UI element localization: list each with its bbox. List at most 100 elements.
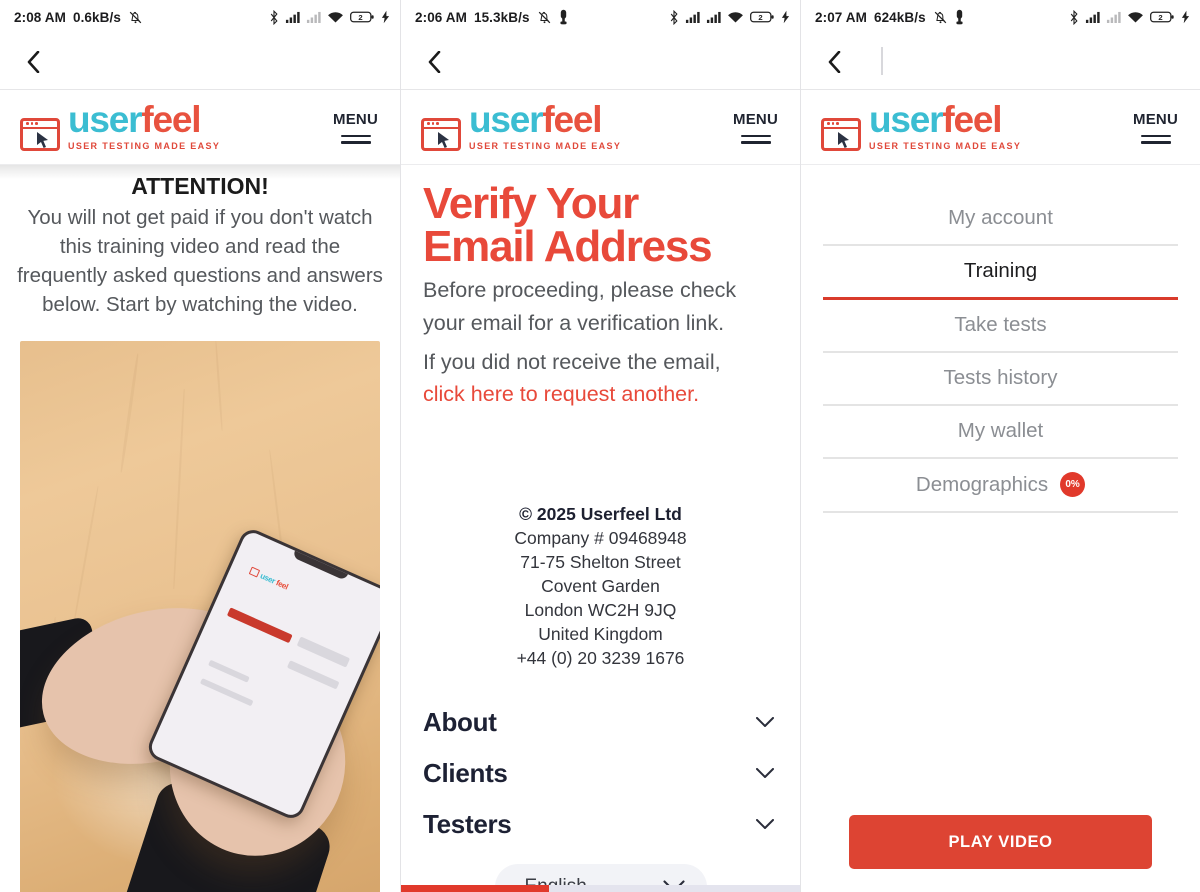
browser-window-cursor-icon bbox=[421, 117, 461, 151]
charging-bolt-icon bbox=[1181, 10, 1190, 24]
attention-title: ATTENTION! bbox=[131, 173, 269, 199]
nav-item-take-tests[interactable]: Take tests bbox=[823, 300, 1178, 353]
logo-tagline: USER TESTING MADE EASY bbox=[68, 140, 221, 151]
play-video-button[interactable]: PLAY VIDEO bbox=[849, 815, 1152, 869]
status-time: 2:06 AM bbox=[415, 9, 467, 25]
userfeel-logo[interactable]: userfeel USER TESTING MADE EASY bbox=[20, 101, 221, 151]
nav-item-label: My wallet bbox=[957, 419, 1044, 442]
accordion-item-clients[interactable]: Clients bbox=[423, 748, 778, 799]
nav-item-tests-history[interactable]: Tests history bbox=[823, 353, 1178, 406]
footer-country: United Kingdom bbox=[538, 623, 663, 644]
logo-word-user: user bbox=[469, 99, 544, 141]
panel-verify-email: 2:06 AM 15.3kB/s 2 userfeel USER TESTING… bbox=[400, 0, 800, 892]
verify-paragraph: Before proceeding, please check your ema… bbox=[423, 278, 737, 336]
phone-screen-button bbox=[226, 607, 293, 644]
footer-district: Covent Garden bbox=[541, 575, 660, 596]
signal-bars-icon-2 bbox=[706, 10, 721, 24]
hamburger-icon bbox=[340, 131, 371, 144]
menu-button-label: MENU bbox=[733, 110, 778, 128]
nav-item-label: Tests history bbox=[943, 366, 1058, 389]
nav-item-my-wallet[interactable]: My wallet bbox=[823, 406, 1178, 459]
back-button[interactable] bbox=[20, 49, 46, 75]
status-bar-left: 2:06 AM 15.3kB/s bbox=[415, 9, 568, 25]
accordion-item-about[interactable]: About bbox=[423, 697, 778, 748]
phone-logo-feel: feel bbox=[274, 578, 290, 592]
site-header: userfeel USER TESTING MADE EASY MENU bbox=[0, 90, 400, 165]
logo-word-feel: feel bbox=[542, 99, 602, 141]
bluetooth-icon bbox=[669, 9, 679, 25]
status-network-speed: 624kB/s bbox=[873, 9, 926, 25]
signal-bars-icon-1 bbox=[685, 10, 700, 24]
chevron-down-icon bbox=[756, 767, 774, 779]
footer-street: 71-75 Shelton Street bbox=[520, 551, 681, 572]
wifi-icon bbox=[1127, 11, 1144, 24]
hamburger-icon bbox=[1140, 131, 1171, 144]
verify-email-content: Verify Your Email Address Before proceed… bbox=[401, 165, 800, 892]
browser-nav-bar bbox=[801, 34, 1200, 90]
nav-item-my-account[interactable]: My account bbox=[823, 193, 1178, 246]
status-bar-right: 2 bbox=[669, 9, 790, 25]
logo-wordmark: userfeel USER TESTING MADE EASY bbox=[869, 101, 1021, 150]
text-caret bbox=[881, 47, 883, 75]
status-bar-left: 2:07 AM 624kB/s bbox=[815, 9, 964, 25]
page-progress-fill bbox=[401, 885, 549, 892]
nav-item-label: My account bbox=[948, 206, 1053, 229]
accordion-label: Clients bbox=[423, 757, 508, 788]
battery-icon: 2 bbox=[350, 10, 375, 24]
logo-tagline: USER TESTING MADE EASY bbox=[469, 140, 622, 151]
phone-screen-field-3 bbox=[208, 660, 250, 684]
status-bar: 2:08 AM 0.6kB/s 2 bbox=[0, 0, 400, 34]
bluetooth-icon bbox=[1069, 9, 1079, 25]
logo-wordmark: userfeel USER TESTING MADE EASY bbox=[68, 101, 221, 151]
signal-bars-icon-2 bbox=[1106, 10, 1121, 24]
battery-level-text: 2 bbox=[358, 13, 362, 22]
page-progress-bar bbox=[401, 885, 800, 892]
battery-level-text: 2 bbox=[1158, 13, 1162, 22]
menu-button[interactable]: MENU bbox=[733, 111, 778, 144]
demographics-completion-badge: 0% bbox=[1060, 472, 1086, 497]
menu-button[interactable]: MENU bbox=[333, 111, 378, 144]
userfeel-logo[interactable]: userfeel USER TESTING MADE EASY bbox=[421, 101, 622, 151]
verify-paragraph-2: If you did not receive the email, bbox=[423, 349, 721, 374]
status-time: 2:07 AM bbox=[815, 9, 867, 25]
nav-item-demographics[interactable]: Demographics 0% bbox=[823, 459, 1178, 513]
logo-word-user: user bbox=[869, 99, 944, 141]
panel-training-attention: 2:08 AM 0.6kB/s 2 userfeel USER TESTING … bbox=[0, 0, 400, 892]
accordion-item-testers[interactable]: Testers bbox=[423, 799, 778, 850]
phone-screen-field-1 bbox=[297, 636, 351, 668]
signal-bars-icon-1 bbox=[285, 10, 300, 24]
nav-item-label: Demographics bbox=[915, 472, 1049, 496]
signal-bars-icon-1 bbox=[1085, 10, 1100, 24]
back-button[interactable] bbox=[421, 49, 447, 75]
play-video-button-label: PLAY VIDEO bbox=[948, 832, 1053, 851]
wifi-icon bbox=[727, 11, 744, 24]
signal-bars-icon-2 bbox=[306, 10, 321, 24]
status-bar: 2:06 AM 15.3kB/s 2 bbox=[401, 0, 800, 34]
wifi-icon bbox=[327, 11, 344, 24]
status-time: 2:08 AM bbox=[14, 9, 66, 25]
back-button[interactable] bbox=[821, 49, 847, 75]
chevron-down-icon bbox=[756, 818, 774, 830]
screenshot-triptych: 2:08 AM 0.6kB/s 2 userfeel USER TESTING … bbox=[0, 0, 1200, 892]
footer-company-number: Company # 09468948 bbox=[514, 528, 687, 548]
nav-item-label: Take tests bbox=[954, 313, 1047, 336]
nav-item-training[interactable]: Training bbox=[823, 246, 1178, 300]
verify-title-line-2: Email Address bbox=[423, 221, 713, 271]
request-another-link[interactable]: click here to request another. bbox=[423, 378, 778, 411]
mute-bell-icon bbox=[537, 10, 552, 25]
panel-account-nav: 2:07 AM 624kB/s 2 userfeel USER TESTING … bbox=[800, 0, 1200, 892]
menu-button-label: MENU bbox=[333, 110, 378, 128]
logo-word-user: user bbox=[68, 99, 143, 141]
menu-button[interactable]: MENU bbox=[1133, 111, 1178, 144]
training-video-thumbnail[interactable]: user feel bbox=[20, 341, 380, 892]
verify-title-line-1: Verify Your bbox=[423, 179, 639, 228]
status-network-speed: 0.6kB/s bbox=[72, 9, 121, 25]
bluetooth-icon bbox=[269, 9, 279, 25]
footer-accordion: About Clients Testers bbox=[423, 697, 778, 850]
vpn-key-icon bbox=[559, 9, 568, 25]
userfeel-logo[interactable]: userfeel USER TESTING MADE EASY bbox=[821, 101, 1021, 151]
nav-item-label: Training bbox=[963, 259, 1038, 282]
status-bar-right: 2 bbox=[269, 9, 390, 25]
logo-word-feel: feel bbox=[942, 99, 1002, 141]
battery-icon: 2 bbox=[750, 10, 775, 24]
